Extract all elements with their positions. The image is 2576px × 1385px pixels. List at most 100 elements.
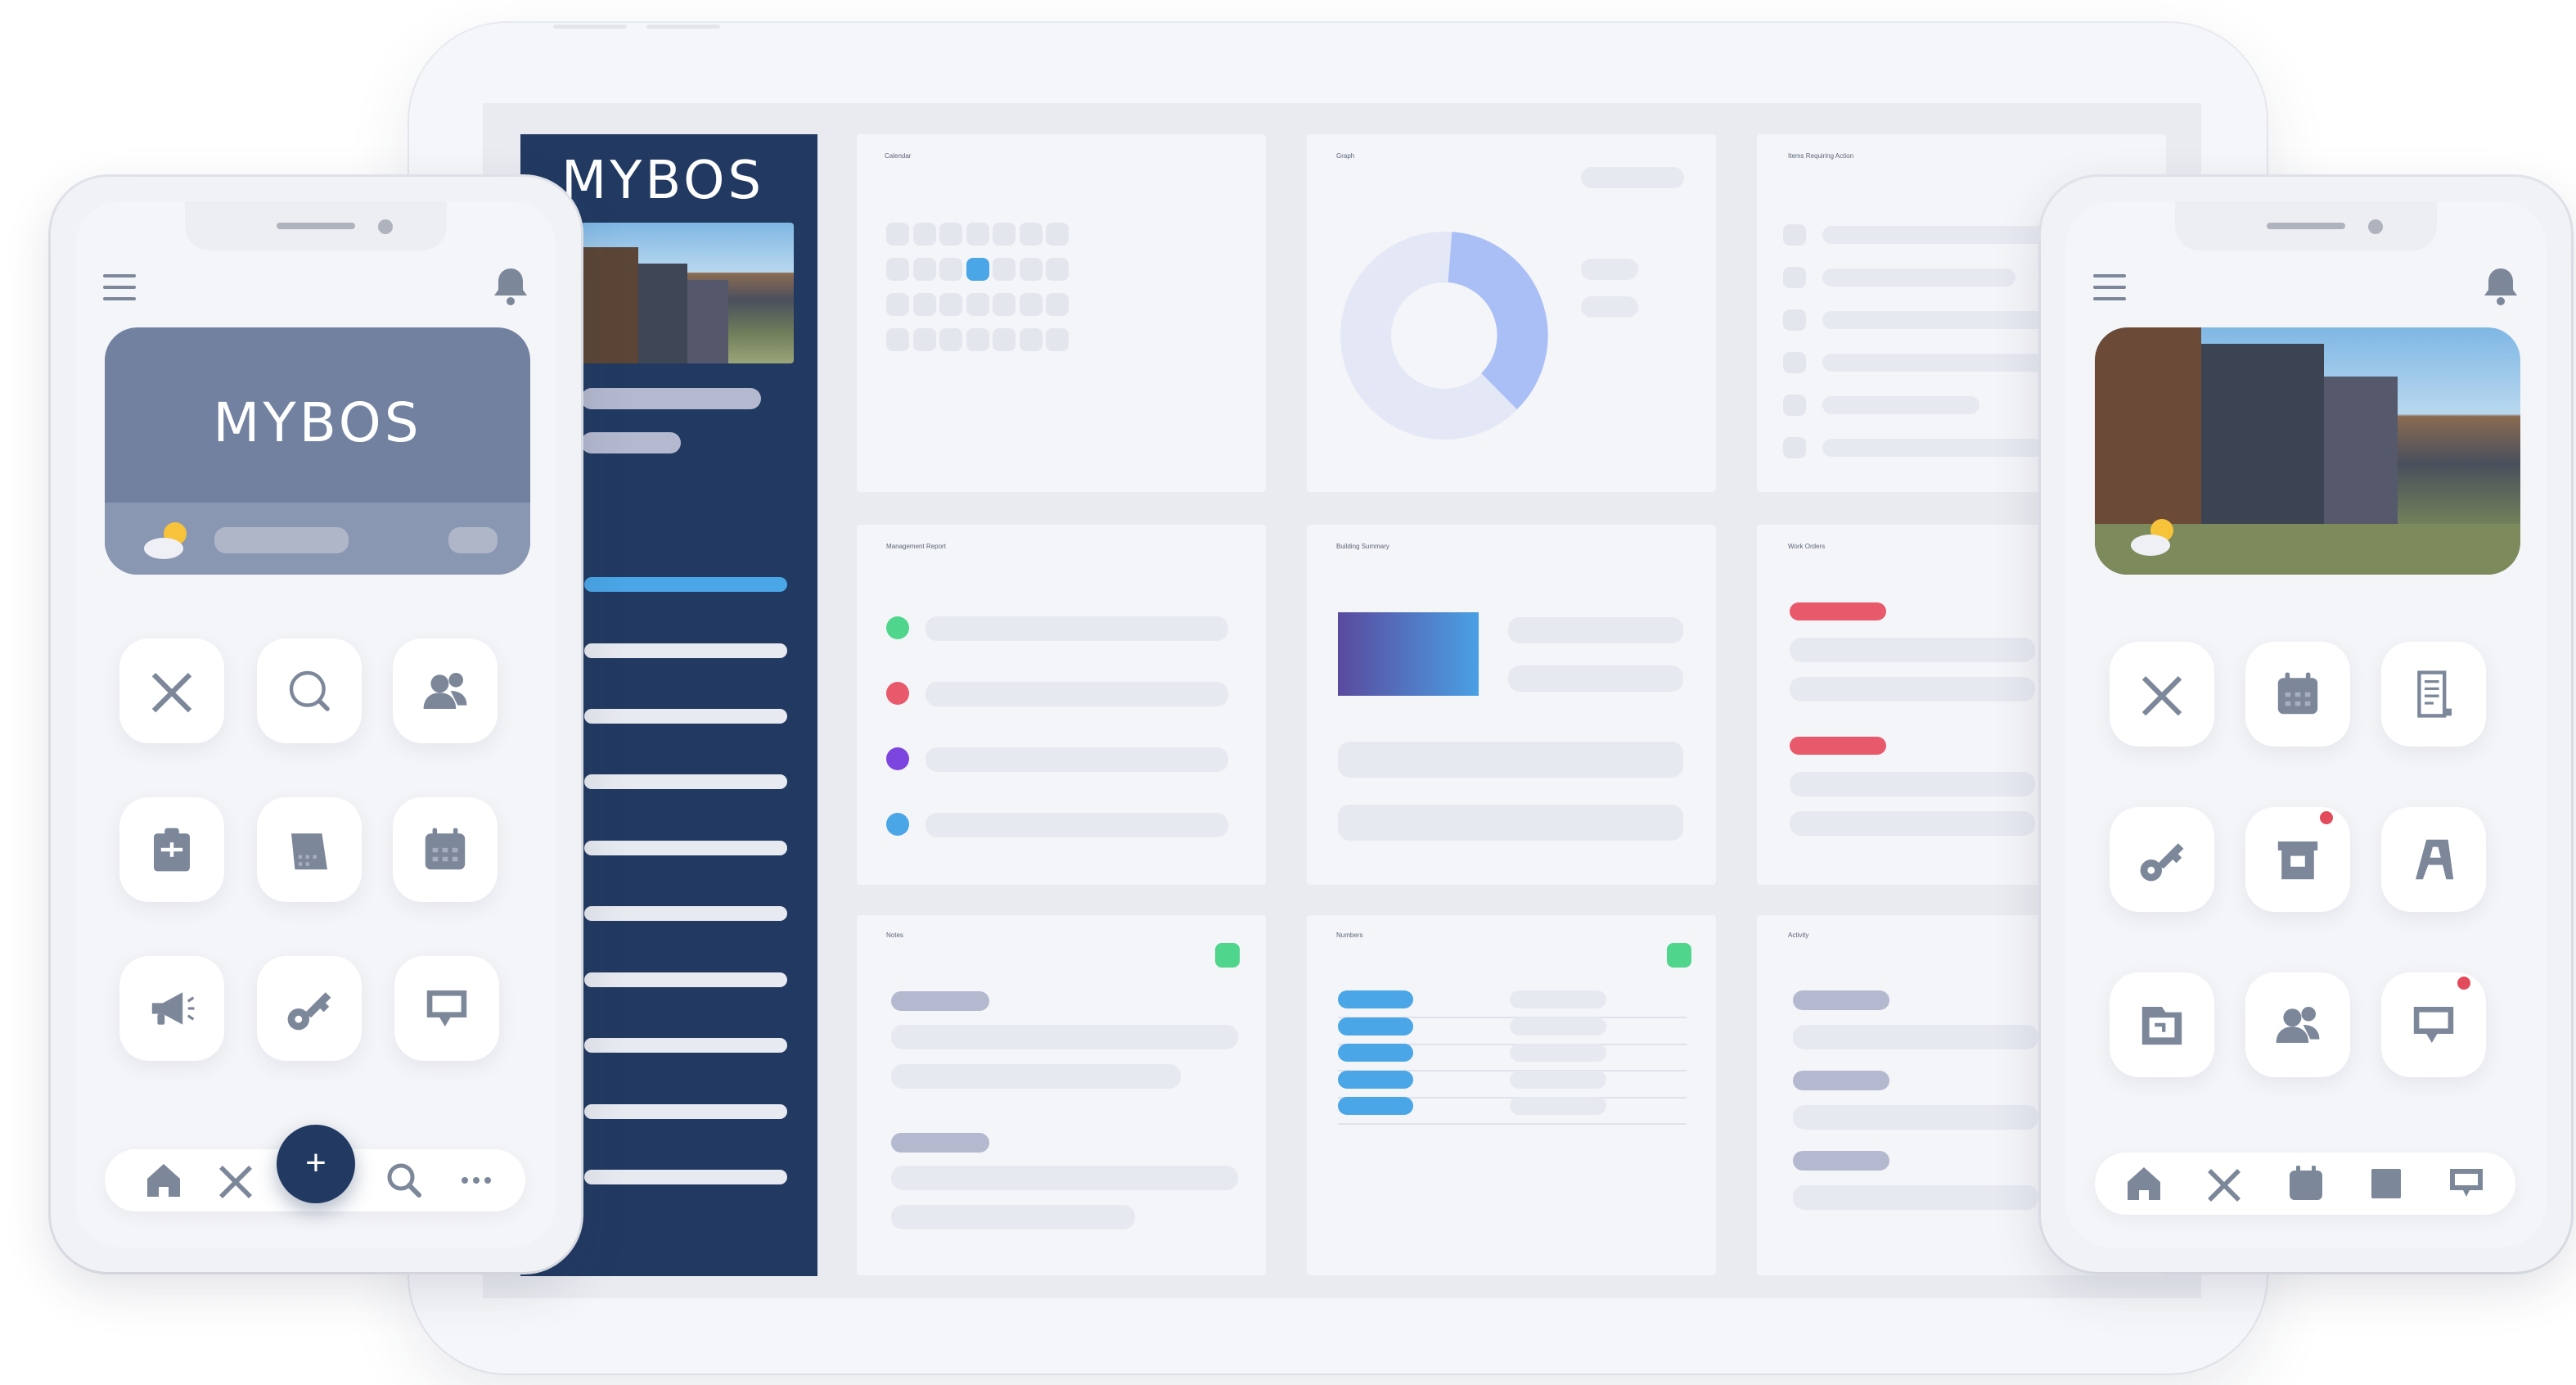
calendar-day-cell[interactable] xyxy=(993,223,1016,246)
bell-icon[interactable] xyxy=(491,265,530,308)
left-phone: MYBOS + xyxy=(51,177,581,1272)
calendar-day-cell[interactable] xyxy=(1046,223,1069,246)
more-icon[interactable] xyxy=(455,1159,498,1202)
folder-tile[interactable] xyxy=(2110,972,2214,1077)
tools-icon[interactable] xyxy=(2203,1162,2245,1205)
notes-add-button[interactable] xyxy=(1215,943,1240,968)
sidebar-item-active[interactable] xyxy=(584,577,787,592)
megaphone-tile[interactable] xyxy=(119,956,224,1061)
calendar-day-cell[interactable] xyxy=(1019,293,1043,316)
calendar-tile[interactable] xyxy=(393,797,498,902)
calendar-day-cell[interactable] xyxy=(1046,258,1069,281)
document-tile[interactable] xyxy=(2381,642,2486,747)
calendar-day-selected[interactable] xyxy=(966,258,989,281)
status-dot-blue xyxy=(886,813,909,836)
key-tile[interactable] xyxy=(257,956,362,1061)
calendar-day-cell[interactable] xyxy=(1046,328,1069,351)
menu-icon[interactable] xyxy=(101,271,137,304)
sidebar-item[interactable] xyxy=(584,643,787,658)
chat-tile[interactable] xyxy=(394,956,499,1061)
action-item-placeholder xyxy=(1822,439,2068,457)
store-notification-badge xyxy=(2317,809,2335,827)
numbers-add-button[interactable] xyxy=(1667,943,1691,968)
action-checkbox[interactable] xyxy=(1783,224,1806,246)
calendar-day-cell[interactable] xyxy=(912,293,936,316)
hero-card[interactable]: MYBOS xyxy=(105,327,530,575)
sidebar-item[interactable] xyxy=(584,906,787,921)
calendar-day-cell[interactable] xyxy=(993,293,1016,316)
calendar-day-cell[interactable] xyxy=(939,258,962,281)
sidebar-item[interactable] xyxy=(584,841,787,855)
key-tile[interactable] xyxy=(2110,807,2214,912)
hero-photo[interactable] xyxy=(2095,327,2520,575)
home-icon[interactable] xyxy=(2123,1162,2165,1205)
calendar-day-cell[interactable] xyxy=(1046,293,1069,316)
tablet-button xyxy=(646,25,720,29)
sidebar-item[interactable] xyxy=(584,1104,787,1119)
activity-title-placeholder xyxy=(1793,1151,1889,1171)
tools-tile[interactable] xyxy=(119,638,224,743)
sidebar-item[interactable] xyxy=(584,1170,787,1184)
number-value-placeholder xyxy=(1510,990,1606,1008)
user-name-placeholder xyxy=(581,388,761,409)
calendar-day-cell[interactable] xyxy=(939,293,962,316)
action-checkbox[interactable] xyxy=(1783,352,1806,373)
grid-icon[interactable] xyxy=(2365,1162,2407,1205)
easel-tile[interactable] xyxy=(2381,807,2486,912)
calendar-day-cell[interactable] xyxy=(1019,328,1043,351)
sidebar-item[interactable] xyxy=(584,972,787,987)
calendar-day-cell[interactable] xyxy=(966,328,989,351)
sidebar-item[interactable] xyxy=(584,709,787,724)
calendar-day-cell[interactable] xyxy=(912,258,936,281)
partly-cloudy-icon xyxy=(144,522,187,559)
calendar-day-cell[interactable] xyxy=(886,258,909,281)
documents-tile[interactable] xyxy=(257,797,362,902)
calendar-day-cell[interactable] xyxy=(993,258,1016,281)
key-icon xyxy=(287,992,331,1031)
action-checkbox[interactable] xyxy=(1783,437,1806,458)
number-bar xyxy=(1338,1044,1413,1062)
calendar-tile[interactable] xyxy=(2245,642,2350,747)
calendar-day-cell[interactable] xyxy=(993,328,1016,351)
calendar-day-cell[interactable] xyxy=(939,223,962,246)
search-tile[interactable] xyxy=(257,638,362,743)
activity-line-placeholder xyxy=(1793,1105,2038,1130)
calendar-day-cell[interactable] xyxy=(1019,223,1043,246)
search-icon xyxy=(289,670,330,711)
tools-tile[interactable] xyxy=(2110,642,2214,747)
card-title: Items Requiring Action xyxy=(1788,152,1854,160)
contacts-tile[interactable] xyxy=(2245,972,2350,1077)
calendar-day-cell[interactable] xyxy=(912,223,936,246)
store-tile[interactable] xyxy=(2245,807,2350,912)
menu-icon[interactable] xyxy=(2092,271,2128,304)
note-line-placeholder xyxy=(891,1025,1238,1049)
store-icon xyxy=(2277,841,2318,880)
tools-icon[interactable] xyxy=(214,1159,257,1202)
sidebar-item[interactable] xyxy=(584,1038,787,1053)
calendar-day-cell[interactable] xyxy=(886,293,909,316)
calendar-day-cell[interactable] xyxy=(966,293,989,316)
calendar-day-cell[interactable] xyxy=(886,328,909,351)
home-icon[interactable] xyxy=(142,1159,185,1202)
note-title-placeholder xyxy=(891,991,989,1011)
search-icon[interactable] xyxy=(383,1159,426,1202)
add-fab-button[interactable]: + xyxy=(277,1125,355,1203)
calendar-day-cell[interactable] xyxy=(1019,258,1043,281)
clipboard-tile[interactable] xyxy=(119,797,224,902)
chat-icon[interactable] xyxy=(2445,1162,2488,1205)
note-line-placeholder xyxy=(891,1205,1135,1229)
contacts-tile[interactable] xyxy=(393,638,498,743)
calendar-day-cell[interactable] xyxy=(939,328,962,351)
action-checkbox[interactable] xyxy=(1783,309,1806,331)
number-bar xyxy=(1338,1017,1413,1035)
note-title-placeholder xyxy=(891,1133,989,1153)
calendar-day-cell[interactable] xyxy=(966,223,989,246)
action-checkbox[interactable] xyxy=(1783,267,1806,288)
number-bar xyxy=(1338,990,1413,1008)
calendar-day-cell[interactable] xyxy=(912,328,936,351)
calendar-day-cell[interactable] xyxy=(886,223,909,246)
calendar-icon[interactable] xyxy=(2285,1162,2327,1205)
bell-icon[interactable] xyxy=(2481,265,2520,308)
sidebar-item[interactable] xyxy=(584,774,787,789)
action-checkbox[interactable] xyxy=(1783,395,1806,416)
